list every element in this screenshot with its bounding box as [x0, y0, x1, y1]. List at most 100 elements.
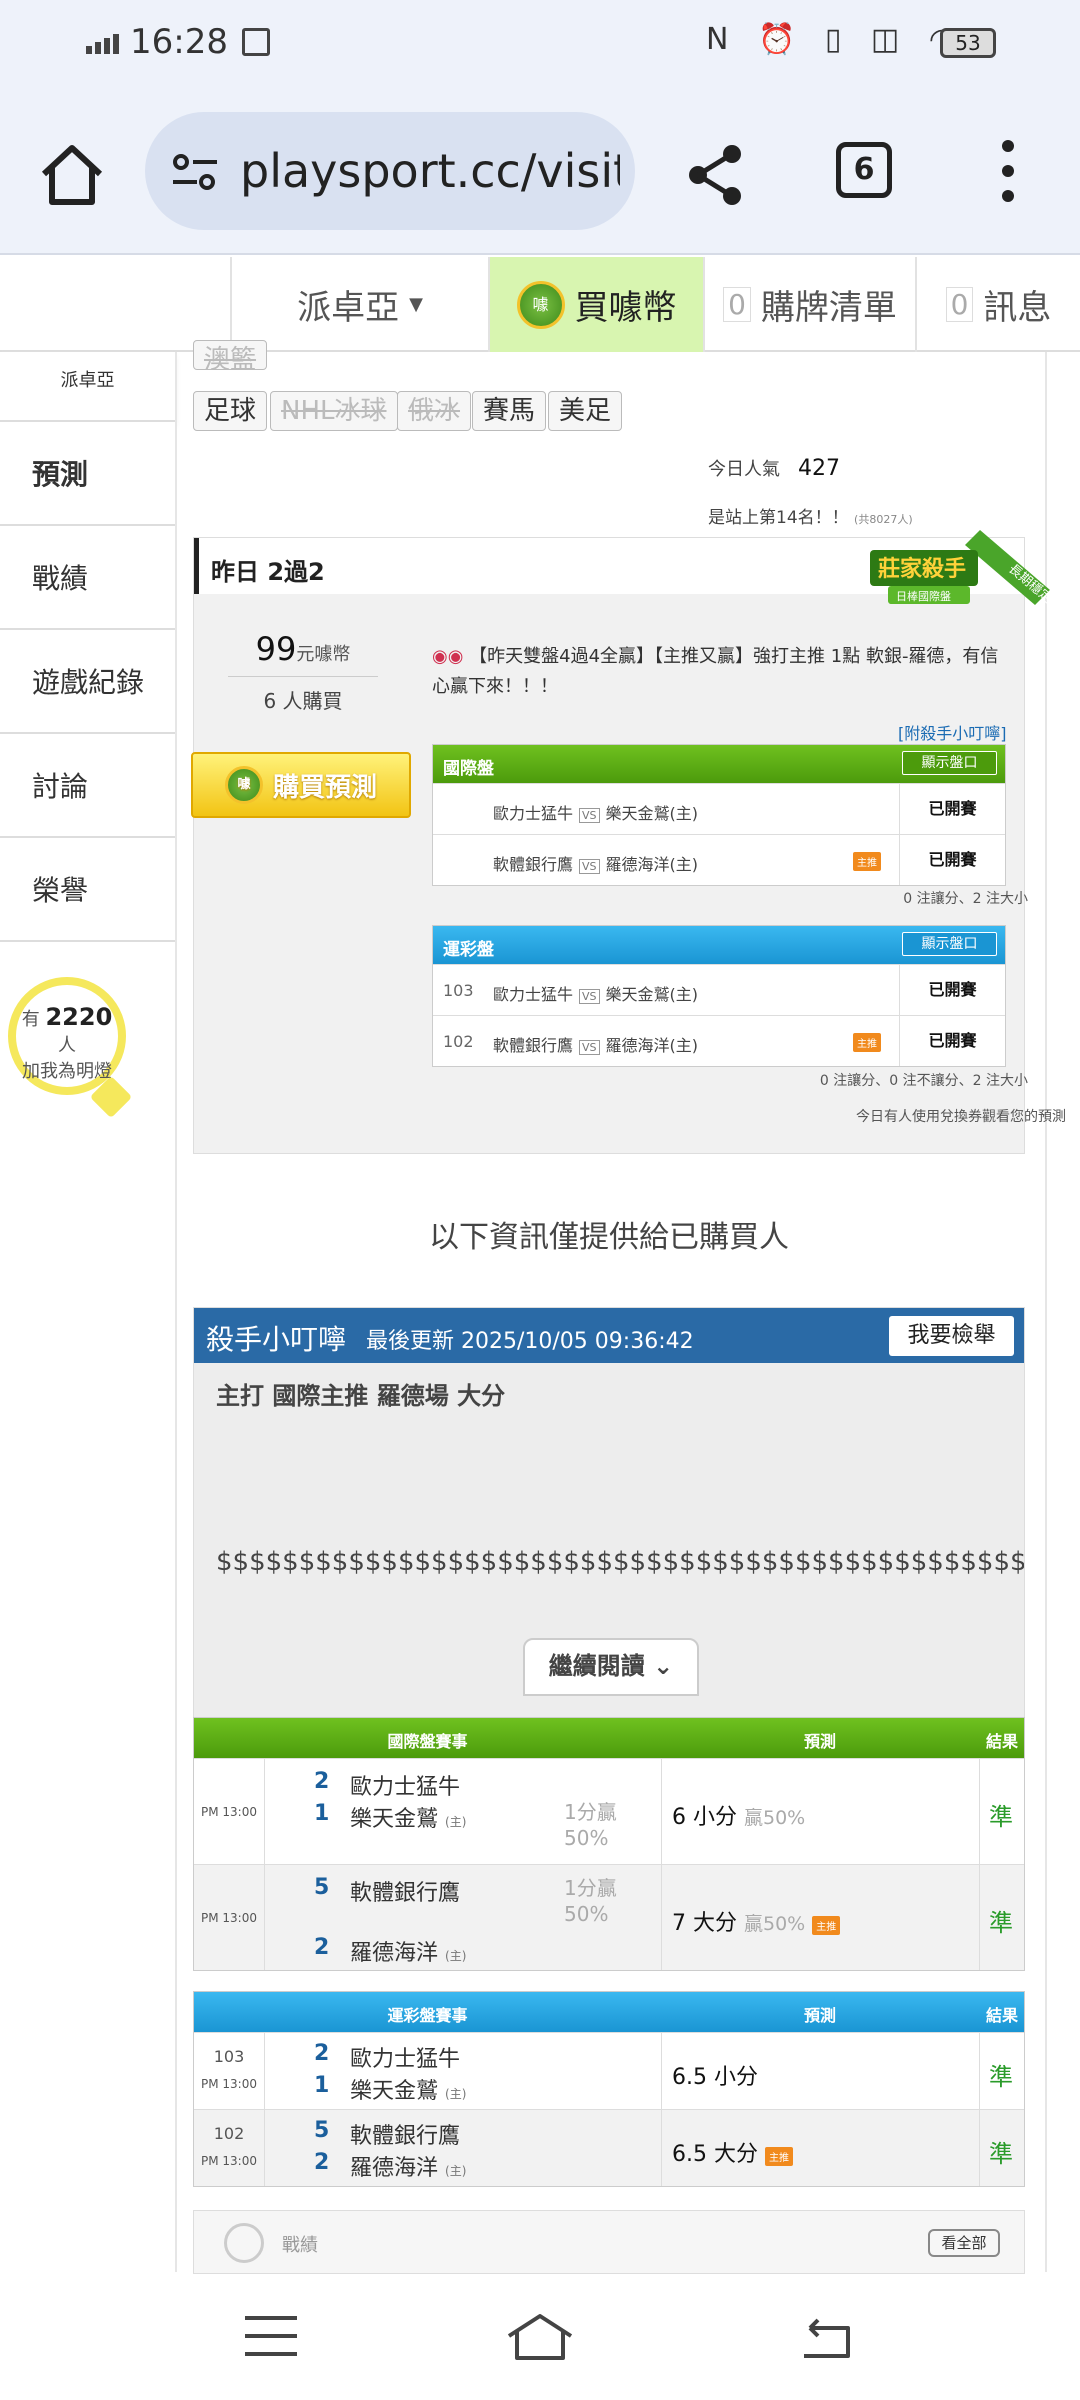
sidebar-item-game-log[interactable]: 遊戲紀錄 [0, 630, 175, 734]
lottery-note: 0 注讓分、0 注不讓分、2 注大小 [819, 1073, 1028, 1089]
sidebar-item-record[interactable]: 戰績 [0, 526, 175, 630]
sidebar-item-label: 戰績 [32, 562, 89, 595]
back-icon[interactable] [796, 2312, 856, 2362]
system-home-icon[interactable] [505, 2312, 575, 2362]
user-name: 派卓亞 [297, 288, 400, 328]
score: 5 [314, 2118, 330, 2143]
battery-icon: 53 [940, 28, 996, 58]
team-label: 樂天金鷲 [350, 1807, 439, 1832]
tag-horse-racing[interactable]: 賽馬 [472, 391, 547, 431]
team-name: 羅德海洋 (主) [350, 1935, 466, 1967]
tips-line2: $$$$$$$$$$$$$$$$$$$$$$$$$$$$$$$$$$$$$$$$… [216, 1547, 1025, 1577]
away-team: 軟體銀行鷹 [493, 1036, 574, 1055]
buy-coins-label: 買噱幣 [574, 288, 677, 328]
buyers-count: 6 [263, 689, 277, 713]
team-name: 樂天金鷲 (主) [350, 2073, 466, 2105]
more-menu-icon[interactable] [996, 140, 1020, 210]
tips-line1: 主打 國際主推 羅德場 大分 [216, 1382, 506, 1410]
game-time: PM 13:00 [201, 1911, 257, 1925]
away-team: 軟體銀行鷹 [493, 855, 574, 874]
recent-apps-icon[interactable] [245, 2316, 297, 2356]
table-row: 103 歐力士猛牛 VS 樂天金鷲(主) 已開賽 [433, 964, 1005, 1015]
column-header: 結果 [985, 2006, 1018, 2025]
sidebar-item-discussion[interactable]: 討論 [0, 734, 175, 838]
win-rate: 贏50% [744, 1807, 806, 1829]
tabs-count-button[interactable]: 6 [836, 142, 892, 198]
away-team: 歐力士猛牛 [493, 985, 574, 1004]
home-team: 羅德海洋(主) [605, 855, 699, 874]
column-header: 運彩盤賽事 [387, 2006, 468, 2025]
user-dropdown[interactable]: 派卓亞 ▼ [230, 257, 488, 352]
tag-soccer[interactable]: 足球 [193, 391, 268, 431]
rank-total: (共8027人) [854, 513, 913, 526]
followers-note: 加我為明燈 [22, 1061, 112, 1082]
table-row: 歐力士猛牛 VS 樂天金鷲(主) 已開賽 [433, 783, 1005, 834]
coin-icon: 噱 [516, 280, 565, 329]
status-bar: 16:28 N ⏰ ▯ ◫ ◠ 53 [0, 0, 1080, 90]
game-time: PM 13:00 [201, 2154, 257, 2168]
site-settings-icon[interactable] [171, 152, 219, 192]
match-teams: 歐力士猛牛 VS 樂天金鷲(主) [493, 800, 698, 824]
sidebar-profile-name[interactable]: 派卓亞 [0, 352, 175, 422]
share-icon[interactable] [680, 140, 750, 210]
show-odds-button[interactable]: 顯示盤口 [902, 932, 997, 956]
report-button[interactable]: 我要檢舉 [889, 1316, 1014, 1356]
column-header: 預測 [803, 2006, 836, 2025]
continue-reading-button[interactable]: 繼續閱讀 ⌄ [523, 1638, 699, 1696]
main-push-badge: 主推 [812, 1916, 841, 1935]
sidebar-item-honors[interactable]: 榮譽 [0, 838, 175, 942]
home-marker: (主) [445, 2087, 467, 2101]
followers-count: 2220 [45, 1003, 113, 1031]
prediction-description: ◉◉ 【昨天雙盤4過4全贏】【主推又贏】強打主推 1點 軟銀-羅德，有信心贏下來… [432, 642, 1012, 702]
handicap: 1分贏 50% [564, 1800, 617, 1850]
score: 1 [314, 2073, 330, 2098]
price-box: 99元噱幣 6 人購買 [228, 630, 378, 714]
prediction: 6.5 大分 主推 [672, 2136, 793, 2168]
target-icon [224, 2223, 264, 2263]
sidebar-item-label: 預測 [32, 458, 89, 491]
result: 準 [989, 1803, 1013, 1831]
attach-tips-link[interactable]: [附殺手小叮嚀] [898, 720, 1007, 744]
lottery-results-table: 運彩盤賽事 預測 結果 103 PM 13:00 2 歐力士猛牛 1 樂天金鷲 … [193, 1991, 1025, 2187]
chevron-down-icon: ⌄ [653, 1652, 674, 1680]
buy-coins-button[interactable]: 噱買噱幣 [488, 257, 703, 352]
match-status: 已開賽 [899, 784, 1005, 834]
score: 2 [314, 2041, 330, 2066]
score: 2 [314, 1769, 330, 1794]
prediction-value: 6.5 大分 [672, 2142, 758, 2167]
tag-aus-basketball[interactable]: 澳籃 [193, 340, 268, 370]
messages-label: 訊息 [983, 288, 1052, 328]
cart-label: 購牌清單 [760, 288, 897, 328]
tips-header: 殺手小叮嚀 最後更新 2025/10/05 09:36:42 我要檢舉 [194, 1308, 1024, 1363]
tag-american-football[interactable]: 美足 [548, 391, 623, 431]
popularity-value: 427 [798, 456, 840, 481]
browser-toolbar: playsport.cc/visit 6 [0, 90, 1080, 255]
messages-button[interactable]: 0 訊息 [915, 257, 1080, 352]
continue-reading-label: 繼續閱讀 [548, 1652, 645, 1680]
cart-button[interactable]: 0 購牌清單 [703, 257, 915, 352]
buy-prediction-label: 購買預測 [272, 772, 377, 803]
table-row: 軟體銀行鷹 VS 羅德海洋(主) 主推 已開賽 [433, 834, 1005, 885]
game-number: 103 [213, 2047, 245, 2066]
prediction-text: 【昨天雙盤4過4全贏】【主推又贏】強打主推 1點 軟銀-羅德，有信心贏下來！！！ [432, 646, 999, 697]
sidebar-item-label: 討論 [32, 770, 89, 803]
rank-stat: 是站上第14名！！ (共8027人) [708, 503, 913, 528]
main-push-badge: 主推 [853, 1033, 881, 1052]
sidebar-item-predictions[interactable]: 預測 [0, 422, 175, 526]
view-all-button[interactable]: 看全部 [928, 2229, 1000, 2257]
handicap: 1分贏 50% [564, 1876, 617, 1926]
score: 2 [314, 1935, 330, 1960]
buy-prediction-button[interactable]: 噱購買預測 [191, 752, 411, 818]
vs-icon: VS [579, 808, 600, 823]
score: 1 [314, 1801, 330, 1826]
table-row: 102 PM 13:00 5 軟體銀行鷹 2 羅德海洋 (主) 6.5 大分 主… [194, 2109, 1024, 2186]
intl-table-title: 國際盤 [443, 759, 494, 779]
url-bar[interactable]: playsport.cc/visit [145, 112, 635, 230]
intl-odds-table: 國際盤 顯示盤口 歐力士猛牛 VS 樂天金鷲(主) 已開賽 軟體銀行鷹 VS 羅德海洋(主… [432, 744, 1006, 886]
home-icon[interactable] [38, 140, 106, 208]
show-odds-button[interactable]: 顯示盤口 [902, 751, 997, 775]
intl-note: 0 注讓分、2 注大小 [903, 891, 1028, 907]
tag-russian-hockey: 俄冰 [397, 391, 472, 431]
url-text[interactable]: playsport.cc/visit [240, 144, 620, 198]
caret-down-icon: ▼ [409, 294, 423, 315]
